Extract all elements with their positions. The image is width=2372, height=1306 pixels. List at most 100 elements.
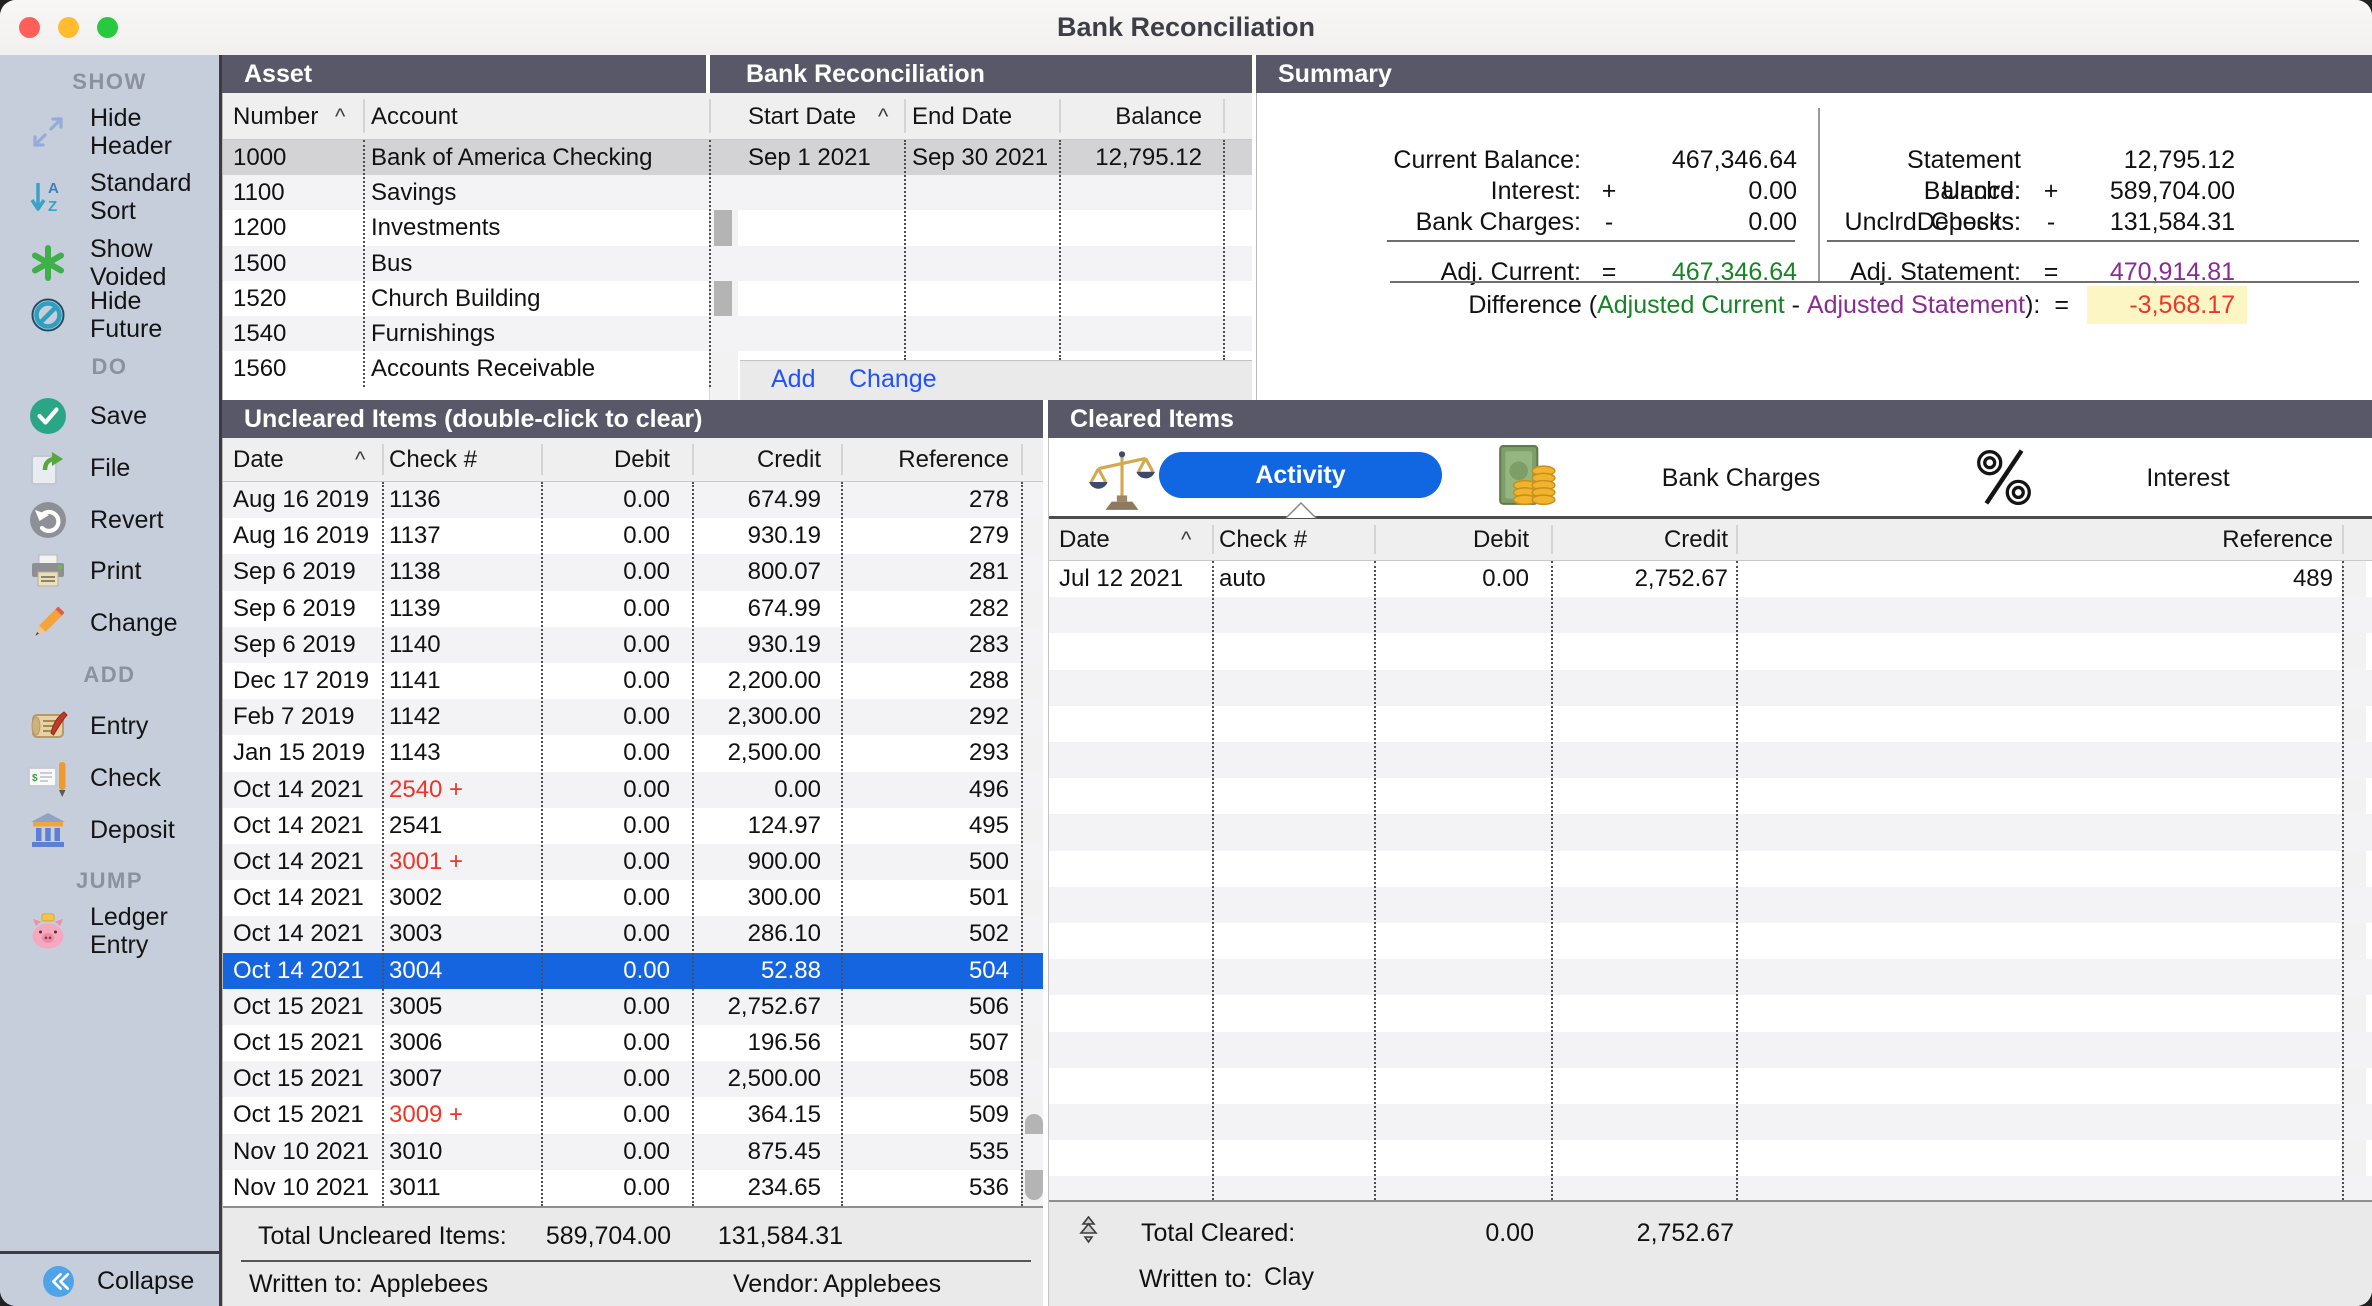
sidebar-item-collapse[interactable]: Collapse: [0, 1251, 219, 1306]
table-row[interactable]: [1049, 923, 2372, 959]
table-row[interactable]: Oct 14 202125410.00124.97495: [223, 808, 1043, 844]
difference-value: -3,568.17: [2087, 286, 2247, 324]
sidebar-item-revert[interactable]: Revert: [0, 494, 219, 546]
sidebar-item-print[interactable]: Print: [0, 545, 219, 597]
sidebar-item-save[interactable]: Save: [0, 390, 219, 442]
table-row[interactable]: [1049, 633, 2372, 669]
table-row[interactable]: [1049, 1176, 2372, 1200]
sidebar-item-hide-header[interactable]: Hide Header: [0, 106, 219, 158]
table-row[interactable]: [1049, 814, 2372, 850]
table-row[interactable]: 1200Investments: [223, 210, 740, 245]
sidebar-item-label: Hide Header: [90, 104, 215, 160]
table-row[interactable]: [1049, 1032, 2372, 1068]
table-row[interactable]: Dec 17 201911410.002,200.00288: [223, 663, 1043, 699]
table-row[interactable]: Oct 14 20212540 +0.000.00496: [223, 772, 1043, 808]
table-row[interactable]: [740, 281, 1252, 316]
table-row[interactable]: [740, 351, 1252, 360]
summary-panel: Current Balance:467,346.64Interest:+0.00…: [1256, 93, 2372, 400]
save-icon: [26, 394, 70, 438]
table-row[interactable]: 1000Bank of America Checking: [223, 140, 740, 175]
table-row[interactable]: [740, 316, 1252, 351]
column-header-balance[interactable]: Balance: [1059, 93, 1212, 139]
table-row[interactable]: [1049, 1140, 2372, 1176]
cell-credit: 2,752.67: [1551, 561, 1736, 597]
table-row[interactable]: [1049, 959, 2372, 995]
cell-credit: 234.65: [692, 1170, 841, 1206]
table-row[interactable]: Oct 14 20213001 +0.00900.00500: [223, 844, 1043, 880]
table-row[interactable]: Aug 16 201911370.00930.19279: [223, 518, 1043, 554]
show-voided-icon: [26, 241, 70, 285]
column-header-check-[interactable]: Check #: [1212, 519, 1374, 560]
change-link[interactable]: Change: [849, 365, 937, 394]
table-row[interactable]: [1049, 742, 2372, 778]
sidebar-item-hide-future[interactable]: Hide Future: [0, 289, 219, 341]
table-row[interactable]: Jul 12 2021auto0.002,752.67489: [1049, 561, 2372, 597]
table-row[interactable]: Sep 6 201911400.00930.19283: [223, 627, 1043, 663]
table-row[interactable]: Sep 1 2021Sep 30 202112,795.12: [740, 140, 1252, 175]
column-header-check-[interactable]: Check #: [382, 438, 541, 481]
cleared-total-debit: 0.00: [1384, 1219, 1534, 1248]
sidebar-item-deposit[interactable]: Deposit: [0, 804, 219, 856]
cleared-panel-header: Cleared Items: [1048, 400, 2372, 438]
tab-activity[interactable]: Activity: [1159, 452, 1442, 498]
table-row[interactable]: Aug 16 201911360.00674.99278: [223, 482, 1043, 518]
table-row[interactable]: Sep 6 201911390.00674.99282: [223, 591, 1043, 627]
table-row[interactable]: Oct 15 202130050.002,752.67506: [223, 989, 1043, 1025]
table-row[interactable]: Oct 14 202130040.0052.88504: [223, 953, 1043, 989]
table-row[interactable]: Oct 15 202130060.00196.56507: [223, 1025, 1043, 1061]
column-header-end-date[interactable]: End Date: [904, 93, 1059, 139]
table-row[interactable]: [1049, 778, 2372, 814]
asset-panel: Number^Account1000Bank of America Checki…: [222, 93, 740, 400]
cell-account: Savings: [363, 175, 709, 210]
add-link[interactable]: Add: [771, 365, 815, 394]
sidebar-item-entry[interactable]: Entry: [0, 700, 219, 752]
table-row[interactable]: Oct 15 202130070.002,500.00508: [223, 1061, 1043, 1097]
sidebar-item-standard-sort[interactable]: AZStandard Sort: [0, 171, 219, 223]
sidebar-item-check[interactable]: $Check: [0, 752, 219, 804]
table-row[interactable]: [1049, 887, 2372, 923]
table-row[interactable]: Oct 14 202130030.00286.10502: [223, 916, 1043, 952]
table-row[interactable]: [1049, 597, 2372, 633]
sidebar-item-file[interactable]: File: [0, 442, 219, 494]
cell-date: Sep 6 2019: [223, 591, 382, 627]
table-row[interactable]: [1049, 706, 2372, 742]
cell-reference: 283: [841, 627, 1021, 663]
table-row[interactable]: [1049, 851, 2372, 887]
table-row[interactable]: Jan 15 201911430.002,500.00293: [223, 735, 1043, 771]
table-row[interactable]: Nov 10 202130100.00875.45535: [223, 1134, 1043, 1170]
uncleared-total-debit: 589,704.00: [523, 1222, 671, 1251]
sidebar-item-show-voided[interactable]: Show Voided: [0, 237, 219, 289]
tab-interest[interactable]: Interest: [2146, 464, 2229, 493]
table-row[interactable]: 1100Savings: [223, 175, 740, 210]
column-header-reference[interactable]: Reference: [1736, 519, 2342, 560]
table-row[interactable]: [1049, 670, 2372, 706]
column-separator: [692, 444, 694, 475]
tab-bank-charges[interactable]: Bank Charges: [1662, 464, 1820, 493]
column-header-debit[interactable]: Debit: [541, 438, 692, 481]
table-row[interactable]: Oct 15 20213009 +0.00364.15509: [223, 1097, 1043, 1133]
sidebar-item-change[interactable]: Change: [0, 597, 219, 649]
table-row[interactable]: 1500Bus: [223, 246, 740, 281]
table-row[interactable]: [740, 246, 1252, 281]
table-row[interactable]: Sep 6 201911380.00800.07281: [223, 554, 1043, 590]
column-header-account[interactable]: Account: [363, 93, 709, 139]
column-separator: [1059, 140, 1061, 360]
sidebar-item-ledger-entry[interactable]: Ledger Entry: [0, 905, 219, 957]
table-row[interactable]: [1049, 995, 2372, 1031]
column-header-credit[interactable]: Credit: [1551, 519, 1736, 560]
table-row[interactable]: Oct 14 202130020.00300.00501: [223, 880, 1043, 916]
table-row[interactable]: 1540Furnishings: [223, 316, 740, 351]
sidebar-section-label: DO: [0, 354, 219, 380]
table-row[interactable]: 1560Accounts Receivable: [223, 351, 740, 386]
table-row[interactable]: [1049, 1104, 2372, 1140]
column-header-credit[interactable]: Credit: [692, 438, 841, 481]
table-row[interactable]: [740, 175, 1252, 210]
table-row[interactable]: Nov 10 202130110.00234.65536: [223, 1170, 1043, 1206]
table-row[interactable]: 1520Church Building: [223, 281, 740, 316]
column-header-reference[interactable]: Reference: [841, 438, 1021, 481]
column-header-debit[interactable]: Debit: [1374, 519, 1551, 560]
table-row[interactable]: Feb 7 201911420.002,300.00292: [223, 699, 1043, 735]
table-row[interactable]: [740, 210, 1252, 245]
bank-reconciliation-rows: Sep 1 2021Sep 30 202112,795.12: [740, 140, 1252, 360]
table-row[interactable]: [1049, 1068, 2372, 1104]
